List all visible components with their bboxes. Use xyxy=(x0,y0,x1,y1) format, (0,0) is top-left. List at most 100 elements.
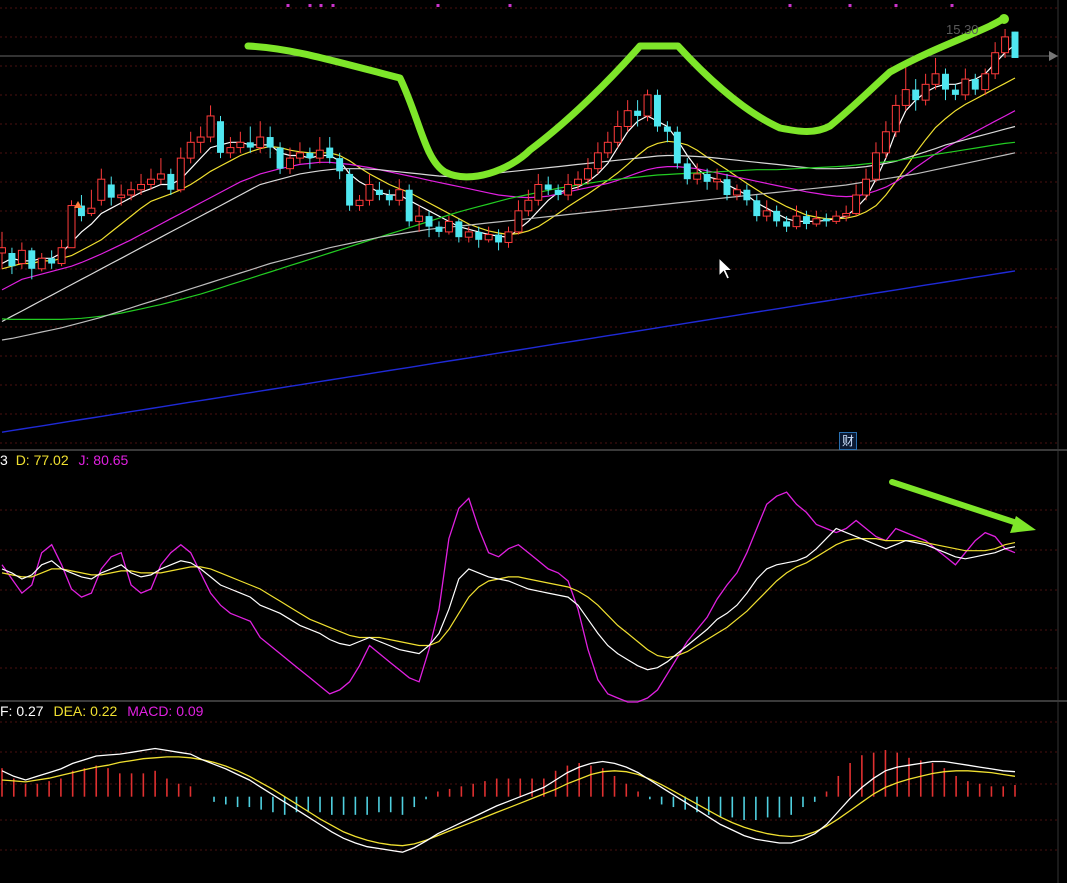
candle-body xyxy=(942,73,949,90)
candle xyxy=(57,239,66,267)
macd-dea-label: DEA: xyxy=(53,703,87,719)
event-marker xyxy=(319,4,323,7)
candle xyxy=(405,184,413,227)
candle xyxy=(554,184,562,201)
candle xyxy=(832,210,841,224)
candle xyxy=(87,189,96,217)
kdj-d-line xyxy=(1,537,1016,659)
kdj-k-value: 3 xyxy=(0,452,8,468)
candle-body xyxy=(693,173,702,180)
candle-body xyxy=(524,199,533,212)
candle xyxy=(753,195,761,222)
candle xyxy=(117,184,126,206)
kdj-legend: 3 D: 77.02 J: 80.65 xyxy=(0,452,128,468)
event-marker xyxy=(848,4,852,7)
candle-body xyxy=(236,141,245,149)
candle-body xyxy=(564,183,573,196)
candle-body xyxy=(37,257,46,270)
candle xyxy=(48,250,56,269)
candle-body xyxy=(186,141,195,159)
candle-body xyxy=(146,178,155,185)
candle xyxy=(871,142,880,182)
candle-body xyxy=(951,89,959,95)
event-marker xyxy=(331,4,335,7)
candle-body xyxy=(931,73,940,85)
candle xyxy=(673,126,681,169)
candle-body xyxy=(574,178,582,185)
ma250-line xyxy=(1,270,1016,433)
candle-body xyxy=(336,158,344,172)
candle xyxy=(822,213,830,227)
candle-body xyxy=(822,218,830,222)
candle-body xyxy=(256,136,265,149)
kdj-j-value: 80.65 xyxy=(93,452,129,468)
candle xyxy=(693,163,702,185)
candle-body xyxy=(67,205,76,249)
candle xyxy=(295,142,304,164)
candle xyxy=(912,79,920,111)
candle-body xyxy=(425,216,433,227)
candle xyxy=(186,131,195,164)
macd-macd-label: MACD: xyxy=(127,703,173,719)
candle-body xyxy=(891,104,900,133)
candle-body xyxy=(783,221,791,227)
candle-body xyxy=(981,73,990,91)
candle xyxy=(732,184,741,201)
price-pointer-icon xyxy=(1049,51,1058,61)
kdj-d-value: 77.02 xyxy=(33,452,69,468)
candle xyxy=(455,218,463,243)
kdj-j-line xyxy=(1,491,1016,703)
candle xyxy=(226,137,235,159)
candle xyxy=(167,168,175,196)
candle xyxy=(544,176,552,196)
candle xyxy=(37,252,46,272)
candle-body xyxy=(732,189,741,196)
candle xyxy=(365,173,374,206)
candle-body xyxy=(881,131,890,154)
candle-body xyxy=(683,163,691,180)
candle xyxy=(28,247,36,280)
candle-body xyxy=(753,200,761,217)
candle-body xyxy=(623,110,632,127)
candle-body xyxy=(8,252,16,267)
candle-body xyxy=(634,110,642,116)
candle-body xyxy=(603,141,612,154)
macd-panel xyxy=(1,747,1016,853)
candle-body xyxy=(365,183,374,201)
candle-body xyxy=(276,147,284,169)
candle xyxy=(415,205,424,232)
candle-body xyxy=(852,194,861,214)
mouse-pointer-icon xyxy=(718,256,734,286)
candle xyxy=(623,100,632,132)
candle xyxy=(435,221,443,238)
candle-body xyxy=(156,173,165,180)
candle xyxy=(196,126,205,153)
candle xyxy=(961,68,970,101)
candle-body xyxy=(475,231,483,240)
candle xyxy=(217,115,224,159)
finance-badge[interactable]: 财 xyxy=(839,432,857,450)
candle-body xyxy=(107,184,115,198)
candle-body xyxy=(643,94,652,117)
macd-legend: F: 0.27 DEA: 0.22 MACD: 0.09 xyxy=(0,703,203,719)
candle xyxy=(17,242,26,269)
candle-body xyxy=(226,147,235,154)
candle-body xyxy=(871,152,880,180)
divergence-arrowhead-icon xyxy=(1010,516,1036,533)
candle-body xyxy=(613,125,622,143)
candle xyxy=(663,121,671,143)
candle xyxy=(812,210,821,227)
candle-body xyxy=(176,157,185,191)
candle xyxy=(773,205,781,227)
candle xyxy=(444,216,453,235)
candle-body xyxy=(484,234,493,241)
candle xyxy=(385,189,393,206)
candle xyxy=(613,110,622,148)
candle xyxy=(991,42,1000,80)
candle-body xyxy=(544,184,552,190)
candle xyxy=(127,181,136,201)
candle xyxy=(236,131,245,153)
candle xyxy=(67,200,76,249)
candle-body xyxy=(435,226,443,232)
candle xyxy=(653,89,661,132)
